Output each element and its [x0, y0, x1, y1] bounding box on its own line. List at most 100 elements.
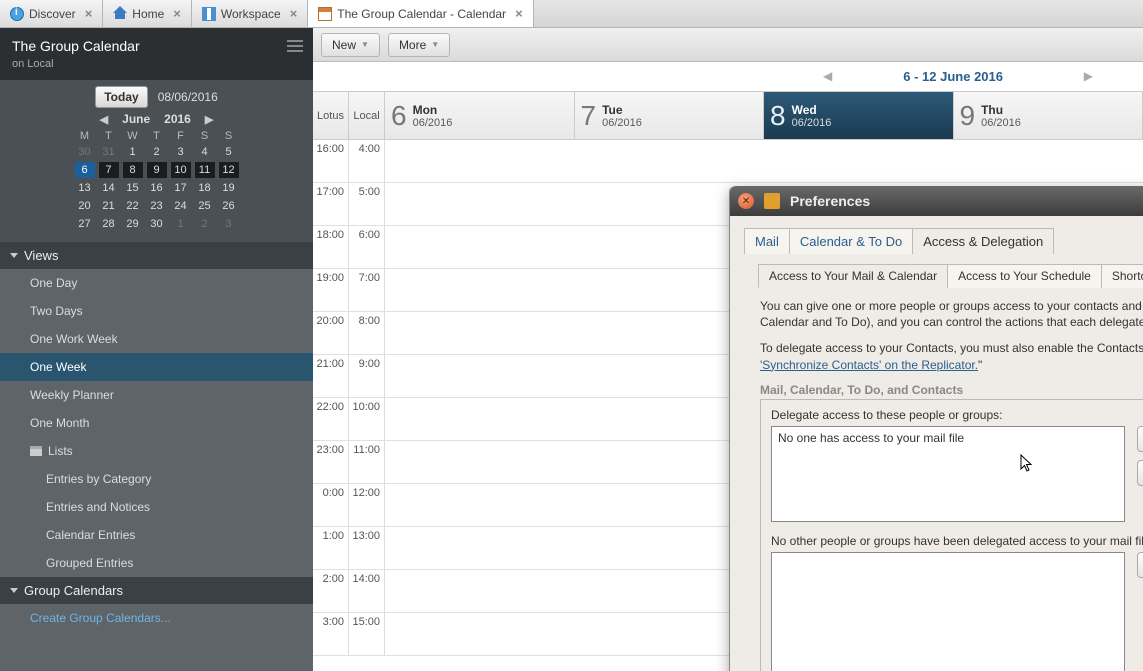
view-item-weekly-planner[interactable]: Weekly Planner — [0, 381, 313, 409]
calendar-day[interactable]: 30 — [75, 144, 95, 160]
close-icon[interactable]: ✕ — [738, 193, 754, 209]
year-label: 2016 — [164, 112, 191, 126]
tab-home[interactable]: Home × — [103, 0, 192, 27]
calendar-day[interactable]: 14 — [99, 180, 119, 196]
calendar-day[interactable]: 15 — [123, 180, 143, 196]
calendar-day[interactable]: 21 — [99, 198, 119, 214]
calendar-day[interactable]: 20 — [75, 198, 95, 214]
calendar-day[interactable]: 28 — [99, 216, 119, 232]
close-icon[interactable]: × — [290, 6, 298, 21]
calendar-day[interactable]: 24 — [171, 198, 191, 214]
calendar-day[interactable]: 17 — [171, 180, 191, 196]
view-item-one-day[interactable]: One Day — [0, 269, 313, 297]
calendar-day[interactable]: 29 — [123, 216, 143, 232]
menu-icon[interactable] — [287, 40, 303, 52]
chevron-down-icon: ▼ — [361, 40, 369, 49]
calendar-day[interactable]: 4 — [195, 144, 215, 160]
pref-subtab[interactable]: Access to Your Schedule — [947, 264, 1102, 288]
calendar-day[interactable]: 11 — [195, 162, 215, 178]
next-week-icon[interactable]: ▶ — [1084, 69, 1093, 83]
change-access-button[interactable]: Change Access... — [1137, 552, 1143, 578]
dialog-titlebar[interactable]: ✕ Preferences — [730, 186, 1143, 216]
add-button[interactable]: Add... — [1137, 426, 1143, 452]
sidebar-subtitle: on Local — [12, 58, 301, 70]
calendar-day[interactable]: 26 — [219, 198, 239, 214]
calendar-day[interactable]: 3 — [171, 144, 191, 160]
view-item-one-week[interactable]: One Week — [0, 353, 313, 381]
delegate-list[interactable]: No one has access to your mail file — [771, 426, 1125, 522]
app-tabbar: Discover × Home × Workspace × The Group … — [0, 0, 1143, 28]
list-item[interactable]: Grouped Entries — [0, 549, 313, 577]
day-header[interactable]: 6Mon06/2016 — [385, 92, 575, 139]
calendar-day[interactable]: 12 — [219, 162, 239, 178]
month-year: 06/2016 — [981, 117, 1021, 129]
tab-calendar[interactable]: The Group Calendar - Calendar × — [308, 0, 533, 27]
calendar-day[interactable]: 22 — [123, 198, 143, 214]
access-list[interactable] — [771, 552, 1125, 671]
list-item[interactable]: Calendar Entries — [0, 521, 313, 549]
calendar-day[interactable]: 1 — [171, 216, 191, 232]
views-section-head[interactable]: Views — [0, 242, 313, 269]
pref-subtab[interactable]: Shortcuts to Others' Mail — [1101, 264, 1143, 288]
new-button[interactable]: New ▼ — [321, 33, 380, 57]
day-header[interactable]: 7Tue06/2016 — [575, 92, 765, 139]
time-label: 8:00 — [349, 312, 385, 354]
more-button[interactable]: More ▼ — [388, 33, 450, 57]
groupcal-section-head[interactable]: Group Calendars — [0, 577, 313, 604]
list-item[interactable]: Entries by Category — [0, 465, 313, 493]
calendar-day[interactable]: 2 — [147, 144, 167, 160]
calendar-day[interactable]: 1 — [123, 144, 143, 160]
calendar-day[interactable]: 8 — [123, 162, 143, 178]
lists-header[interactable]: Lists — [0, 437, 313, 465]
pref-tab[interactable]: Access & Delegation — [912, 228, 1054, 254]
view-item-one-work-week[interactable]: One Work Week — [0, 325, 313, 353]
close-icon[interactable]: × — [85, 6, 93, 21]
calendar-day[interactable]: 7 — [99, 162, 119, 178]
calendar-day[interactable]: 9 — [147, 162, 167, 178]
next-month-icon[interactable]: ▶ — [205, 113, 213, 126]
time-label: 13:00 — [349, 527, 385, 569]
calendar-day[interactable]: 27 — [75, 216, 95, 232]
prev-month-icon[interactable]: ◀ — [100, 113, 108, 126]
pref-tab[interactable]: Calendar & To Do — [789, 228, 913, 254]
pref-tab[interactable]: Mail — [744, 228, 790, 254]
calendar-day[interactable]: 23 — [147, 198, 167, 214]
day-header[interactable]: 9Thu06/2016 — [954, 92, 1143, 139]
time-label: 19:00 — [313, 269, 349, 311]
today-button[interactable]: Today — [95, 86, 147, 108]
calendar-day[interactable]: 6 — [75, 162, 95, 178]
view-item-two-days[interactable]: Two Days — [0, 297, 313, 325]
view-item-one-month[interactable]: One Month — [0, 409, 313, 437]
calendar-day[interactable]: 10 — [171, 162, 191, 178]
calendar-day[interactable]: 30 — [147, 216, 167, 232]
calendar-day[interactable]: 3 — [219, 216, 239, 232]
calendar-day[interactable]: 2 — [195, 216, 215, 232]
day-of-week: Mon — [413, 103, 453, 117]
close-icon[interactable]: × — [173, 6, 181, 21]
create-group-link[interactable]: Create Group Calendars... — [0, 604, 313, 632]
preferences-dialog: ✕ Preferences OK Cancel ? MailCalendar &… — [729, 186, 1143, 671]
sidebar-header: The Group Calendar on Local — [0, 28, 313, 80]
time-label: 23:00 — [313, 441, 349, 483]
calendar-day[interactable]: 5 — [219, 144, 239, 160]
list-item[interactable]: Entries and Notices — [0, 493, 313, 521]
calendar-grid[interactable]: MTWTFSS303112345678910111213141516171819… — [0, 130, 313, 232]
tab-workspace[interactable]: Workspace × — [192, 0, 308, 27]
time-label: 4:00 — [349, 140, 385, 182]
month-year: 06/2016 — [602, 117, 642, 129]
calendar-day[interactable]: 31 — [99, 144, 119, 160]
calendar-day[interactable]: 16 — [147, 180, 167, 196]
chevron-down-icon — [10, 253, 18, 258]
calendar-day[interactable]: 25 — [195, 198, 215, 214]
day-header[interactable]: 8Wed06/2016 — [764, 92, 954, 139]
remove-button[interactable]: Remove — [1137, 460, 1143, 486]
pref-subtab[interactable]: Access to Your Mail & Calendar — [758, 264, 948, 288]
day-of-week: Tue — [602, 103, 642, 117]
calendar-day[interactable]: 13 — [75, 180, 95, 196]
time-row[interactable]: 16:004:00 — [313, 140, 1143, 183]
prev-week-icon[interactable]: ◀ — [823, 69, 832, 83]
tab-discover[interactable]: Discover × — [0, 0, 103, 27]
close-icon[interactable]: × — [515, 6, 523, 21]
calendar-day[interactable]: 18 — [195, 180, 215, 196]
calendar-day[interactable]: 19 — [219, 180, 239, 196]
